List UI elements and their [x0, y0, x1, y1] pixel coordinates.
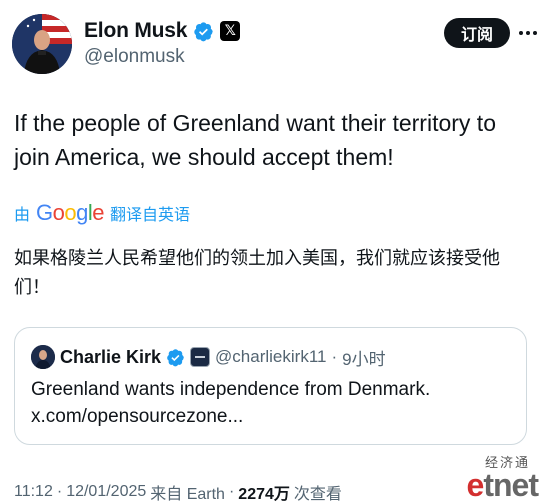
author-handle[interactable]: @elonmusk [84, 46, 185, 68]
author-display-name[interactable]: Elon Musk [84, 19, 187, 43]
quote-author-handle[interactable]: @charliekirk11 [215, 347, 326, 367]
quote-body: Greenland wants independence from Denmar… [31, 376, 511, 430]
translation-attribution[interactable]: 由 Google 翻译自英语 [14, 199, 190, 227]
quote-text: Greenland wants independence from Denmar… [31, 379, 431, 400]
quote-verified-badge-icon [167, 348, 184, 366]
translation-prefix: 由 [14, 205, 31, 224]
meta-separator: · [228, 483, 235, 500]
x-logo-icon: 𝕏 [220, 21, 241, 41]
quote-link[interactable]: x.com/opensourcezone... [31, 403, 511, 430]
translated-text: 如果格陵兰人民希望他们的领土加入美国，我们就应该接受他们！ [14, 248, 500, 298]
view-count: 2274万 [238, 486, 290, 503]
subscribe-button[interactable]: 订阅 [444, 18, 510, 48]
translation-suffix: 翻译自英语 [110, 205, 191, 224]
google-logo: Google [36, 200, 105, 225]
view-label: 次查看 [293, 486, 342, 503]
tweet-time[interactable]: 11:12 [14, 483, 53, 501]
etnet-logo: etnet [466, 467, 539, 503]
verified-badge-icon [194, 21, 213, 41]
tweet-text: If the people of Greenland want their te… [14, 110, 496, 170]
more-options-icon[interactable] [518, 20, 538, 46]
tweet-source: 来自 Earth [150, 486, 225, 503]
author-name-row: Elon Musk 𝕏 [84, 16, 241, 46]
quote-author-name[interactable]: Charlie Kirk [60, 347, 161, 368]
author-avatar[interactable] [12, 14, 72, 74]
etnet-watermark: 经济通 etnet [448, 452, 539, 503]
tweet-metadata: 11:12 · 12/01/2025 来自 Earth · 2274万 次查看 [14, 481, 342, 503]
meta-separator: · [56, 483, 63, 500]
organization-badge-icon [190, 347, 211, 367]
tweet-date[interactable]: 12/01/2025 [66, 483, 146, 501]
quote-separator: · [331, 347, 338, 366]
quoted-tweet-card[interactable]: Charlie Kirk @charliekirk11 · 9小时 Greenl… [14, 327, 527, 445]
quote-timestamp[interactable]: 9小时 [342, 345, 385, 370]
quote-author-avatar[interactable] [31, 345, 55, 369]
quote-header: Charlie Kirk @charliekirk11 · 9小时 [31, 344, 386, 370]
